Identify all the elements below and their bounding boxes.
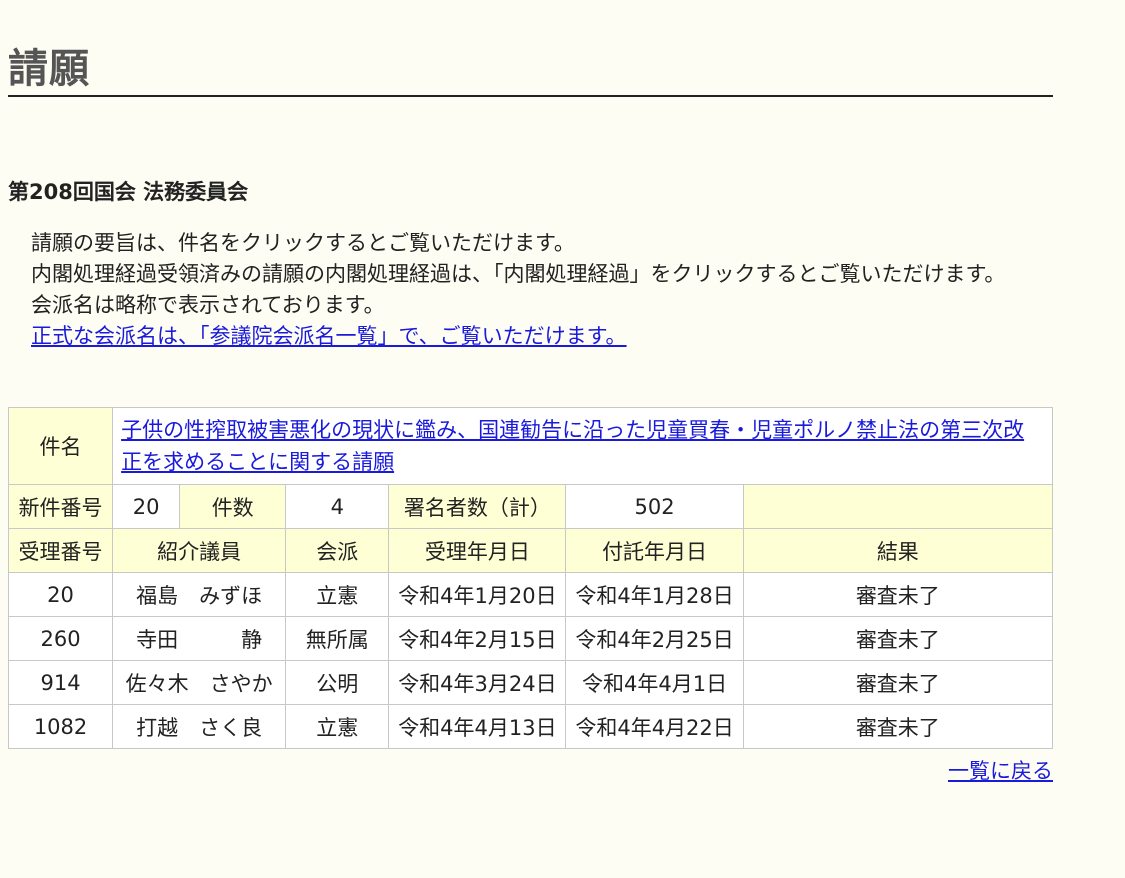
notes-block: 請願の要旨は、件名をクリックするとご覧いただけます。 内閣処理経過受領済みの請願…: [31, 228, 1031, 352]
column-header: 紹介議員: [112, 528, 287, 573]
receipt-date: 令和4年1月20日: [388, 572, 567, 617]
result: 審査未了: [742, 572, 1054, 617]
receipt-date: 令和4年3月24日: [388, 660, 567, 705]
petition-page: 請願 第208回国会 法務委員会 請願の要旨は、件名をクリックするとご覧いただけ…: [0, 0, 1125, 878]
table-row: 20 福島 みずほ 立憲 令和4年1月20日 令和4年1月28日 審査未了: [7, 572, 1054, 617]
table-row: 914 佐々木 さやか 公明 令和4年3月24日 令和4年4月1日 審査未了: [7, 660, 1054, 705]
introducer: 寺田 静: [112, 616, 287, 661]
result: 審査未了: [742, 704, 1054, 749]
referral-date: 令和4年4月1日: [565, 660, 744, 705]
introducer: 佐々木 さやか: [112, 660, 287, 705]
faction: 公明: [285, 660, 390, 705]
summary-empty-cell: [742, 484, 1054, 529]
note-text: 請願の要旨は、件名をクリックするとご覧いただけます。: [31, 231, 575, 255]
referral-date: 令和4年4月22日: [565, 704, 744, 749]
subject-row: 件名 子供の性搾取被害悪化の現状に鑑み、国連勧告に沿った児童買春・児童ポルノ禁止…: [7, 407, 1053, 485]
receipt-number: 260: [7, 616, 114, 661]
back-to-list-link[interactable]: 一覧に戻る: [948, 755, 1053, 785]
note-text: 会派名は略称で表示されております。: [31, 293, 385, 317]
faction: 立憲: [285, 704, 390, 749]
subject-link[interactable]: 子供の性搾取被害悪化の現状に鑑み、国連勧告に沿った児童買春・児童ポルノ禁止法の第…: [121, 418, 1024, 474]
new-number-label: 新件番号: [7, 484, 114, 529]
introducer: 打越 さく良: [112, 704, 287, 749]
page-title: 請願: [8, 45, 90, 92]
column-header: 結果: [742, 528, 1054, 573]
summary-row: 新件番号 20 件数 4 署名者数（計） 502: [7, 484, 1054, 529]
faction: 無所属: [285, 616, 390, 661]
receipt-date: 令和4年2月15日: [388, 616, 567, 661]
result: 審査未了: [742, 616, 1054, 661]
column-header: 付託年月日: [565, 528, 744, 573]
receipt-number: 1082: [7, 704, 114, 749]
column-header: 会派: [285, 528, 390, 573]
result: 審査未了: [742, 660, 1054, 705]
table-row: 260 寺田 静 無所属 令和4年2月15日 令和4年2月25日 審査未了: [7, 616, 1054, 661]
signers-value: 502: [565, 484, 744, 529]
signers-label: 署名者数（計）: [388, 484, 567, 529]
table-row: 1082 打越 さく良 立憲 令和4年4月13日 令和4年4月22日 審査未了: [7, 704, 1054, 749]
column-header-row: 受理番号 紹介議員 会派 受理年月日 付託年月日 結果: [7, 528, 1054, 573]
receipt-number: 20: [7, 572, 114, 617]
committee-heading: 第208回国会 法務委員会: [8, 180, 249, 204]
subject-cell: 子供の性搾取被害悪化の現状に鑑み、国連勧告に沿った児童買春・児童ポルノ禁止法の第…: [112, 407, 1053, 485]
referral-date: 令和4年1月28日: [565, 572, 744, 617]
page-header: 請願: [8, 30, 1053, 97]
note-text: 内閣処理経過受領済みの請願の内閣処理経過は、「内閣処理経過」をクリックするとご覧…: [31, 262, 1006, 286]
receipt-number: 914: [7, 660, 114, 705]
column-header: 受理年月日: [388, 528, 567, 573]
faction: 立憲: [285, 572, 390, 617]
referral-date: 令和4年2月25日: [565, 616, 744, 661]
petition-table: 件名 子供の性搾取被害悪化の現状に鑑み、国連勧告に沿った児童買春・児童ポルノ禁止…: [7, 407, 1054, 749]
introducer: 福島 みずほ: [112, 572, 287, 617]
column-header: 受理番号: [7, 528, 114, 573]
count-label: 件数: [179, 484, 287, 529]
new-number-value: 20: [112, 484, 181, 529]
subject-label: 件名: [7, 407, 114, 485]
receipt-date: 令和4年4月13日: [388, 704, 567, 749]
count-value: 4: [285, 484, 390, 529]
faction-list-link[interactable]: 正式な会派名は、「参議院会派名一覧」で、ご覧いただけます。: [31, 324, 627, 348]
